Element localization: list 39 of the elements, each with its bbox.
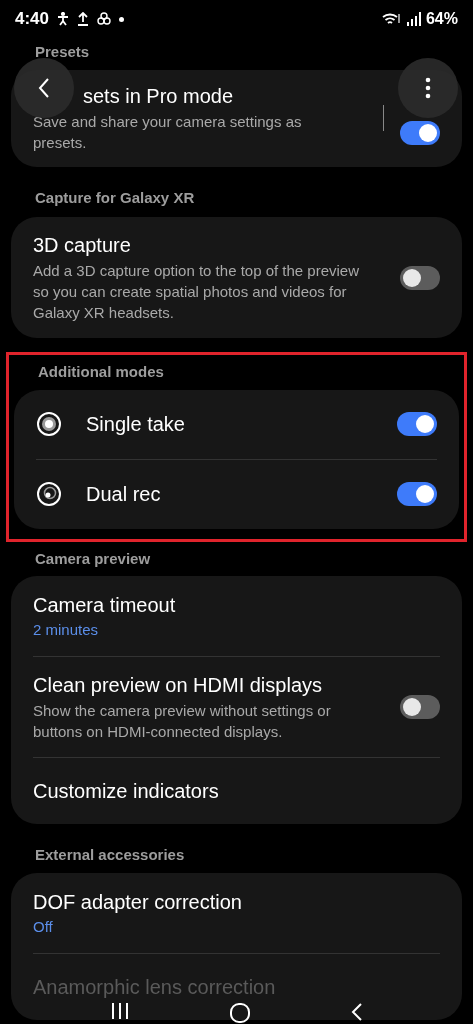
back-icon[interactable] [351, 1002, 364, 1022]
toggle-switch[interactable] [397, 482, 437, 506]
setting-title: Clean preview on HDMI displays [33, 673, 323, 698]
status-time: 4:40 [15, 8, 50, 31]
recent-apps-icon[interactable] [109, 1002, 130, 1020]
upload-icon [77, 12, 90, 26]
setting-value: 2 minutes [33, 620, 100, 640]
setting-title: Single take [86, 412, 186, 437]
setting-title: Anamorphic lens correction [33, 974, 276, 1000]
toggle-switch[interactable] [400, 695, 440, 719]
section-header: Capture for Galaxy XR [34, 187, 196, 208]
setting-title: 3D capture [33, 233, 132, 258]
home-icon[interactable] [229, 1002, 252, 1024]
section-header: External accessories [34, 845, 186, 865]
fan-icon [97, 12, 112, 26]
setting-title: Camera timeout [33, 593, 177, 618]
dual-rec-icon [36, 481, 62, 507]
section-header: Camera preview [34, 548, 152, 569]
setting-title: Dual rec [86, 482, 162, 507]
accessibility-icon [57, 12, 70, 26]
toggle-switch[interactable] [400, 265, 440, 290]
section-header: Additional modes [37, 362, 165, 382]
section-header: Presets [34, 42, 91, 62]
setting-title: DOF adapter correction [33, 889, 243, 915]
setting-title: Customize indicators [33, 779, 219, 804]
battery-percentage: 64% [425, 9, 458, 29]
setting-value: Off [33, 916, 54, 937]
toggle-switch[interactable] [397, 412, 437, 436]
setting-description: Add a 3D capture option to the top of the preview so you can create spatial photos and videos for Galaxy XR headsets. [33, 261, 361, 323]
back-icon [38, 77, 50, 99]
setting-description: Show the camera preview without settings or buttons on HDMI-connected displays. [33, 701, 332, 742]
single-take-icon [36, 411, 62, 437]
signal-icon [406, 12, 421, 26]
dot-icon [119, 16, 125, 22]
toggle-switch[interactable] [400, 120, 440, 145]
setting-title: sets in Pro mode [83, 83, 234, 109]
setting-description: Save and share your camera settings as presets. [33, 111, 303, 153]
more-icon [425, 77, 431, 99]
wifi-icon [381, 12, 402, 26]
